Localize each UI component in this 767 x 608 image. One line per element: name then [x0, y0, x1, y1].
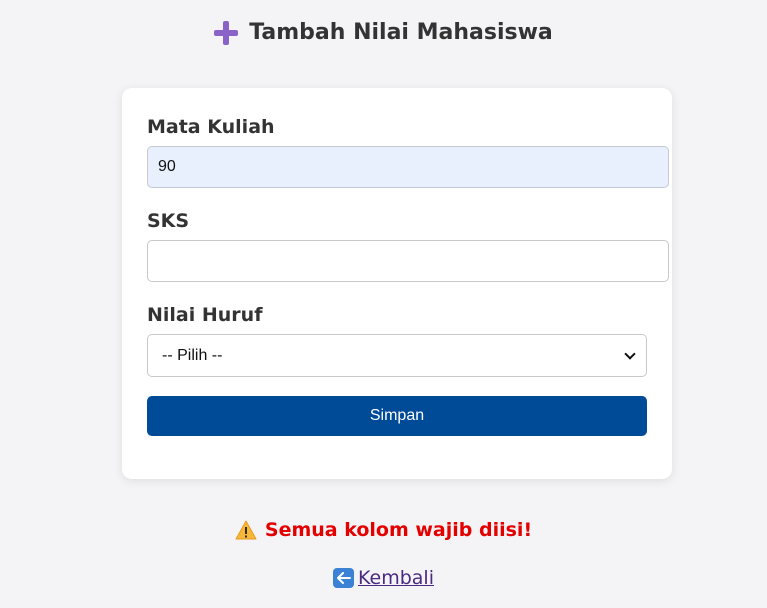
- back-link[interactable]: Kembali: [333, 567, 434, 589]
- mata-kuliah-value: 90: [158, 158, 176, 175]
- page-title: Tambah Nilai Mahasiswa: [0, 20, 767, 45]
- back-link-label: Kembali: [358, 567, 434, 589]
- sks-label: SKS: [147, 210, 190, 232]
- nilai-huruf-selected: -- Pilih --: [162, 346, 223, 364]
- plus-icon: [214, 20, 239, 45]
- mata-kuliah-input[interactable]: 90: [147, 146, 669, 188]
- form-card: Mata Kuliah 90 SKS Nilai Huruf -- Pilih …: [122, 88, 672, 479]
- nilai-huruf-label: Nilai Huruf: [147, 304, 263, 326]
- page: Tambah Nilai Mahasiswa Mata Kuliah 90 SK…: [0, 0, 767, 608]
- back-link-row: Kembali: [0, 567, 767, 589]
- sks-input[interactable]: [147, 240, 669, 282]
- left-arrow-icon: [333, 568, 354, 588]
- validation-message: Semua kolom wajib diisi!: [0, 519, 767, 541]
- nilai-huruf-select[interactable]: -- Pilih --: [147, 334, 647, 377]
- chevron-down-icon: [624, 347, 636, 360]
- simpan-button[interactable]: Simpan: [147, 396, 647, 436]
- page-title-text: Tambah Nilai Mahasiswa: [249, 20, 553, 45]
- validation-message-text: Semua kolom wajib diisi!: [264, 519, 533, 541]
- mata-kuliah-label: Mata Kuliah: [147, 116, 275, 138]
- warning-icon: [235, 520, 257, 540]
- simpan-button-label: Simpan: [369, 407, 425, 424]
